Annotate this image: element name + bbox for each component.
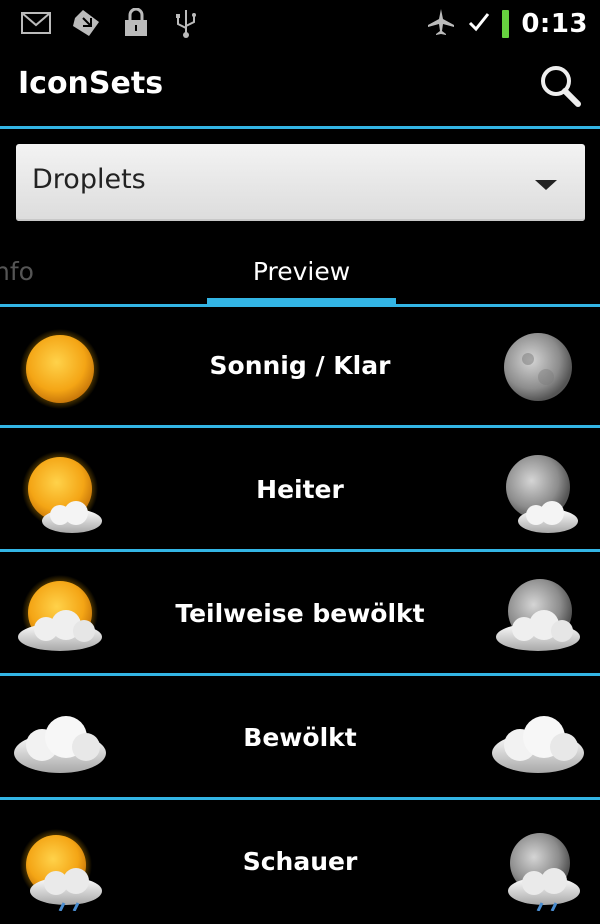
- tab-preview[interactable]: Preview: [207, 257, 396, 286]
- moon-small-cloud-icon: [488, 449, 588, 539]
- airplane-icon: [426, 7, 456, 41]
- tab-info[interactable]: nfo: [0, 257, 34, 286]
- list-item[interactable]: Teilweise bewölkt: [0, 555, 600, 676]
- row-divider: [0, 797, 600, 800]
- spinner-selected-value: Droplets: [32, 164, 146, 195]
- status-bar: 0:13: [0, 0, 600, 48]
- search-icon[interactable]: [536, 62, 586, 112]
- iconset-spinner[interactable]: Droplets: [16, 144, 585, 221]
- download-icon: [70, 8, 102, 38]
- lock-icon: [120, 8, 152, 38]
- list-item[interactable]: Heiter: [0, 431, 600, 552]
- list-item[interactable]: Schauer: [0, 803, 600, 924]
- clock: 0:13: [521, 9, 588, 39]
- moon-icon: [488, 325, 588, 415]
- list-item[interactable]: Sonnig / Klar: [0, 307, 600, 428]
- usb-icon: [170, 8, 202, 38]
- dropdown-arrow-icon: [535, 180, 557, 190]
- action-bar-divider: [0, 126, 600, 129]
- cloud-icon: [488, 697, 588, 787]
- row-divider: [0, 549, 600, 552]
- moon-rain-cloud-icon: [488, 821, 588, 912]
- row-divider: [0, 425, 600, 428]
- list-item[interactable]: Bewölkt: [0, 679, 600, 800]
- moon-cloud-icon: [488, 573, 588, 663]
- row-divider: [0, 673, 600, 676]
- tab-bar: nfo Preview: [0, 240, 600, 306]
- action-bar: IconSets: [0, 48, 600, 126]
- checkmark-icon: [468, 11, 490, 37]
- battery-icon: [502, 10, 510, 38]
- app-title: IconSets: [18, 66, 164, 101]
- gmail-icon: [20, 8, 52, 38]
